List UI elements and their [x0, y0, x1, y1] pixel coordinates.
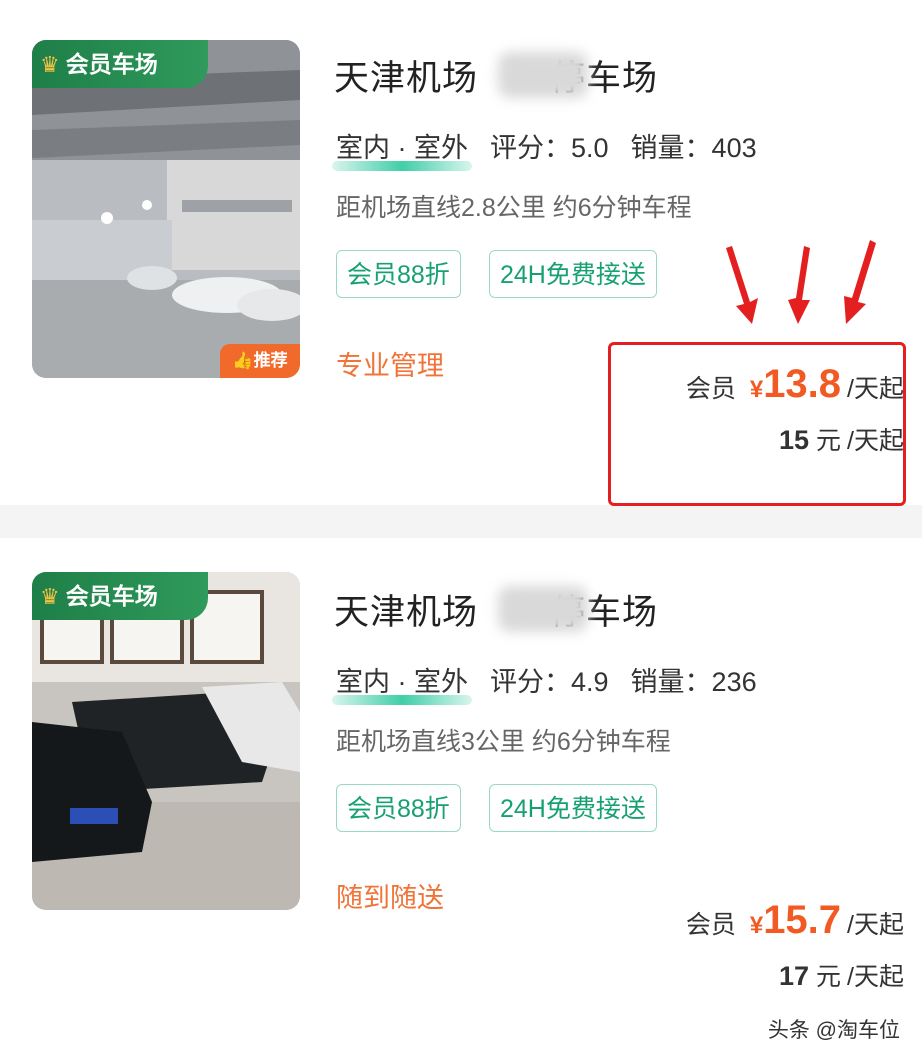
free-shuttle-badge: 24H免费接送 — [489, 250, 657, 298]
rating-label: 评分： — [490, 667, 571, 697]
indoor-outdoor-label: 室内 · 室外 — [332, 126, 472, 171]
member-price-row: 会员 ¥13.8/天起 — [685, 362, 904, 406]
member-discount-badge: 会员88折 — [336, 250, 461, 298]
member-parking-tag: ♛ 会员车场 — [32, 40, 208, 88]
garage-image — [32, 40, 300, 378]
parking-meta-1: 室内 · 室外 评分：5.0 销量：403 — [332, 126, 757, 171]
thumbs-up-icon: 👍 — [232, 351, 254, 370]
price-block-1: 会员 ¥13.8/天起 15 元/天起 — [686, 362, 904, 457]
regular-price: 15 — [779, 425, 810, 455]
crown-icon: ♛ — [40, 584, 60, 609]
sales-label: 销量： — [630, 667, 712, 697]
member-price: 13.8 — [763, 362, 842, 406]
indoor-outdoor-label: 室内 · 室外 — [332, 660, 472, 705]
rating-label: 评分： — [490, 133, 571, 163]
regular-price: 17 — [779, 961, 810, 991]
crown-icon: ♛ — [40, 52, 60, 77]
sales-value: 403 — [711, 133, 757, 163]
red-arrows-icon — [726, 240, 876, 324]
parking-photo-1[interactable]: ♛ 会员车场 👍推荐 — [32, 40, 300, 378]
distance-text: 距机场直线2.8公里 约6分钟车程 — [336, 194, 692, 222]
member-price: 15.7 — [763, 898, 842, 942]
redacted-name-blur — [498, 586, 588, 632]
parking-meta-2: 室内 · 室外 评分：4.9 销量：236 — [332, 660, 757, 705]
redacted-name-blur — [498, 52, 588, 98]
rating-value: 5.0 — [571, 133, 609, 163]
watermark: 头条 @淘车位 — [767, 1019, 900, 1042]
member-discount-badge: 会员88折 — [336, 784, 461, 832]
regular-price-row: 15 元/天起 — [779, 425, 904, 455]
member-price-row: 会员 ¥15.7/天起 — [685, 898, 904, 942]
garage-image — [32, 572, 300, 910]
parking-title-1[interactable]: 天津机场 停车场 — [334, 50, 658, 101]
feature-label: 专业管理 — [336, 351, 444, 381]
price-block-2: 会员 ¥15.7/天起 17 元/天起 — [686, 898, 904, 993]
regular-price-row: 17 元/天起 — [779, 961, 904, 991]
sales-label: 销量： — [630, 133, 712, 163]
member-parking-tag: ♛ 会员车场 — [32, 572, 208, 620]
parking-card-2[interactable]: ♛ 会员车场 天津机场 停车场 室内 · 室外 评分：4.9 销量：236 距机场直线3… — [0, 538, 922, 1062]
distance-text: 距机场直线3公里 约6分钟车程 — [336, 728, 671, 756]
free-shuttle-badge: 24H免费接送 — [489, 784, 657, 832]
parking-card-1[interactable]: ♛ 会员车场 👍推荐 天津机场 停车场 室内 · 室外 评分：5.0 销量：403 距机… — [0, 0, 922, 506]
recommend-tag: 👍推荐 — [220, 344, 300, 378]
parking-title-2[interactable]: 天津机场 停车场 — [334, 584, 658, 635]
sales-value: 236 — [711, 667, 757, 697]
rating-value: 4.9 — [571, 667, 609, 697]
parking-photo-2[interactable]: ♛ 会员车场 — [32, 572, 300, 910]
feature-label: 随到随送 — [336, 883, 444, 913]
